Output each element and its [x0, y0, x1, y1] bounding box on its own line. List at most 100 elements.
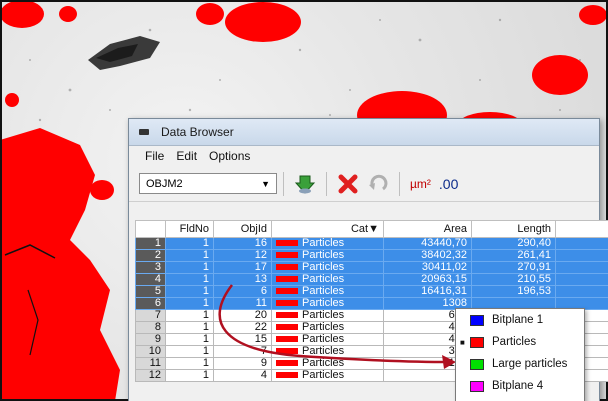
row-number[interactable]: 5 [135, 285, 166, 298]
cell-objid[interactable]: 12 [213, 249, 272, 262]
window-menu-icon[interactable] [139, 129, 149, 135]
column-header-area[interactable]: Area [383, 220, 472, 238]
category-label: Particles [302, 357, 345, 369]
cell-length[interactable]: 290,40 [471, 237, 556, 250]
category-option[interactable]: Bitplane 5 [456, 397, 584, 401]
cell-fldno[interactable]: 1 [165, 261, 214, 274]
category-option[interactable]: Bitplane 4 [456, 375, 584, 397]
category-dropdown[interactable]: Bitplane 1 ■ Particles Large particles Bitpl… [455, 308, 585, 401]
cell-fldno[interactable]: 1 [165, 273, 214, 286]
cell-fldno[interactable]: 1 [165, 297, 214, 310]
cell-empty[interactable] [555, 273, 608, 286]
category-option[interactable]: ■ Particles [456, 331, 584, 353]
cell-cat[interactable]: Particles [271, 297, 384, 310]
cell-objid[interactable]: 4 [213, 369, 272, 382]
cell-objid[interactable]: 11 [213, 297, 272, 310]
category-label: Particles [302, 321, 345, 333]
object-selector-value: OBJM2 [146, 177, 183, 190]
row-number[interactable]: 10 [135, 345, 166, 358]
row-number-header[interactable] [135, 220, 166, 238]
category-option[interactable]: Large particles [456, 353, 584, 375]
column-header-cat[interactable]: Cat ▼ [271, 220, 384, 238]
cell-empty[interactable] [555, 237, 608, 250]
cell-objid[interactable]: 17 [213, 261, 272, 274]
cell-empty[interactable] [555, 285, 608, 298]
category-label: Particles [302, 297, 345, 309]
row-number[interactable]: 6 [135, 297, 166, 310]
category-color-swatch [276, 252, 298, 259]
cell-area[interactable]: 43440,70 [383, 237, 472, 250]
cell-cat[interactable]: Particles [271, 357, 384, 370]
cell-length[interactable]: 261,41 [471, 249, 556, 262]
table-row[interactable]: 2 1 12 Particles 38402,32 261,41 [135, 249, 608, 262]
export-button[interactable] [292, 171, 318, 197]
cell-area[interactable]: 30411,02 [383, 261, 472, 274]
cell-area[interactable]: 16416,31 [383, 285, 472, 298]
cell-cat[interactable]: Particles [271, 261, 384, 274]
cell-cat[interactable]: Particles [271, 273, 384, 286]
row-number[interactable]: 3 [135, 261, 166, 274]
cell-empty[interactable] [555, 261, 608, 274]
row-number[interactable]: 12 [135, 369, 166, 382]
row-number[interactable]: 8 [135, 321, 166, 334]
cell-objid[interactable]: 16 [213, 237, 272, 250]
cell-objid[interactable]: 13 [213, 273, 272, 286]
row-number[interactable]: 7 [135, 309, 166, 322]
cell-fldno[interactable]: 1 [165, 321, 214, 334]
decimals-button[interactable]: .00 [439, 176, 458, 192]
cell-cat[interactable]: Particles [271, 333, 384, 346]
row-number[interactable]: 2 [135, 249, 166, 262]
menu-options[interactable]: Options [209, 149, 250, 163]
title-bar[interactable]: Data Browser [129, 119, 599, 146]
cell-objid[interactable]: 22 [213, 321, 272, 334]
cell-objid[interactable]: 7 [213, 345, 272, 358]
cell-cat[interactable]: Particles [271, 285, 384, 298]
row-number[interactable]: 9 [135, 333, 166, 346]
row-number[interactable]: 4 [135, 273, 166, 286]
cell-fldno[interactable]: 1 [165, 237, 214, 250]
cell-cat[interactable]: Particles [271, 321, 384, 334]
menu-edit[interactable]: Edit [176, 149, 197, 163]
cell-fldno[interactable]: 1 [165, 345, 214, 358]
cell-cat[interactable]: Particles [271, 237, 384, 250]
row-number[interactable]: 1 [135, 237, 166, 250]
cell-fldno[interactable]: 1 [165, 357, 214, 370]
row-number[interactable]: 11 [135, 357, 166, 370]
category-option-label: Large particles [492, 358, 568, 370]
cell-fldno[interactable]: 1 [165, 369, 214, 382]
cell-area[interactable]: 38402,32 [383, 249, 472, 262]
cell-objid[interactable]: 20 [213, 309, 272, 322]
cell-empty[interactable] [555, 249, 608, 262]
column-header-fldno[interactable]: FldNo [165, 220, 214, 238]
cell-length[interactable]: 210,55 [471, 273, 556, 286]
cell-cat[interactable]: Particles [271, 345, 384, 358]
cell-cat[interactable]: Particles [271, 309, 384, 322]
column-header-length[interactable]: Length [471, 220, 556, 238]
cell-length[interactable]: 270,91 [471, 261, 556, 274]
unit-button[interactable]: µm² [410, 177, 431, 191]
cell-area[interactable]: 20963,15 [383, 273, 472, 286]
cell-fldno[interactable]: 1 [165, 285, 214, 298]
cell-cat[interactable]: Particles [271, 249, 384, 262]
category-label: Particles [302, 369, 345, 381]
cell-fldno[interactable]: 1 [165, 309, 214, 322]
cell-fldno[interactable]: 1 [165, 249, 214, 262]
object-selector[interactable]: OBJM2 ▼ [139, 173, 277, 194]
category-option[interactable]: Bitplane 1 [456, 309, 584, 331]
category-label: Particles [302, 333, 345, 345]
table-row[interactable]: 4 1 13 Particles 20963,15 210,55 [135, 273, 608, 286]
table-row[interactable]: 1 1 16 Particles 43440,70 290,40 [135, 237, 608, 250]
menu-file[interactable]: File [145, 149, 164, 163]
category-label: Particles [302, 285, 345, 297]
cell-objid[interactable]: 9 [213, 357, 272, 370]
column-header-objid[interactable]: ObjId [213, 220, 272, 238]
cell-fldno[interactable]: 1 [165, 333, 214, 346]
table-row[interactable]: 3 1 17 Particles 30411,02 270,91 [135, 261, 608, 274]
cell-cat[interactable]: Particles [271, 369, 384, 382]
cell-objid[interactable]: 15 [213, 333, 272, 346]
cell-objid[interactable]: 6 [213, 285, 272, 298]
cell-length[interactable]: 196,53 [471, 285, 556, 298]
delete-button[interactable] [335, 171, 361, 197]
undo-button[interactable] [365, 171, 391, 197]
table-row[interactable]: 5 1 6 Particles 16416,31 196,53 [135, 285, 608, 298]
